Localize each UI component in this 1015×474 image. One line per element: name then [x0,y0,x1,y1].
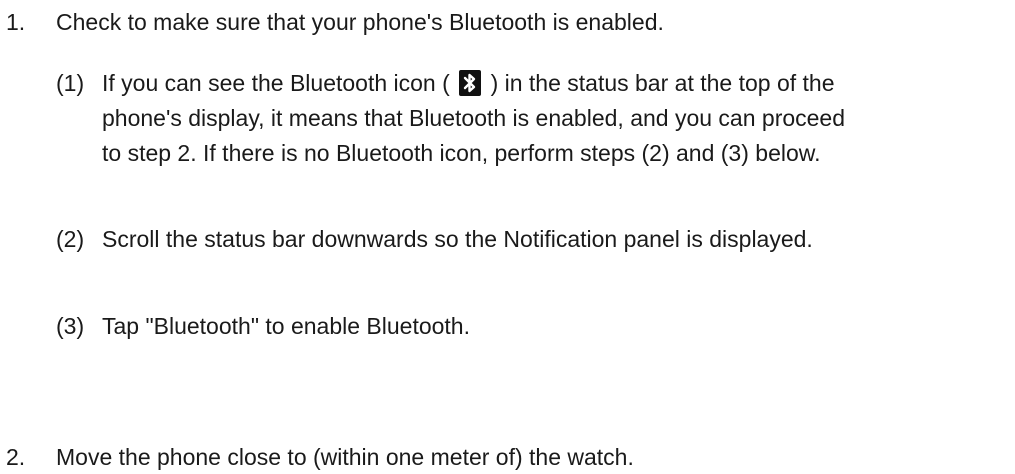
substep-text-block: If you can see the Bluetooth icon ( ) in… [102,66,845,171]
substep-text: Scroll the status bar downwards so the N… [102,226,813,252]
step-number: 1. [6,9,26,35]
substep-text: Tap "Bluetooth" to enable Bluetooth. [102,313,470,339]
step-text: Move the phone close to (within one mete… [56,444,634,470]
substep-text-before-icon: If you can see the Bluetooth icon ( [102,70,450,96]
substep-line-1: If you can see the Bluetooth icon ( ) in… [102,66,845,101]
substep-line-3: to step 2. If there is no Bluetooth icon… [102,140,821,166]
substep-text-after-icon: ) in the status bar at the top of the [490,70,835,96]
substep-number: (2) [56,226,85,252]
instruction-document: 1. Check to make sure that your phone's … [0,0,1015,470]
step-text: Check to make sure that your phone's Blu… [56,9,664,35]
substep-number: (1) [56,70,85,96]
substep-number: (3) [56,313,85,339]
substep-line-2: phone's display, it means that Bluetooth… [102,105,846,131]
bluetooth-icon [459,70,482,96]
step-number: 2. [6,444,26,470]
